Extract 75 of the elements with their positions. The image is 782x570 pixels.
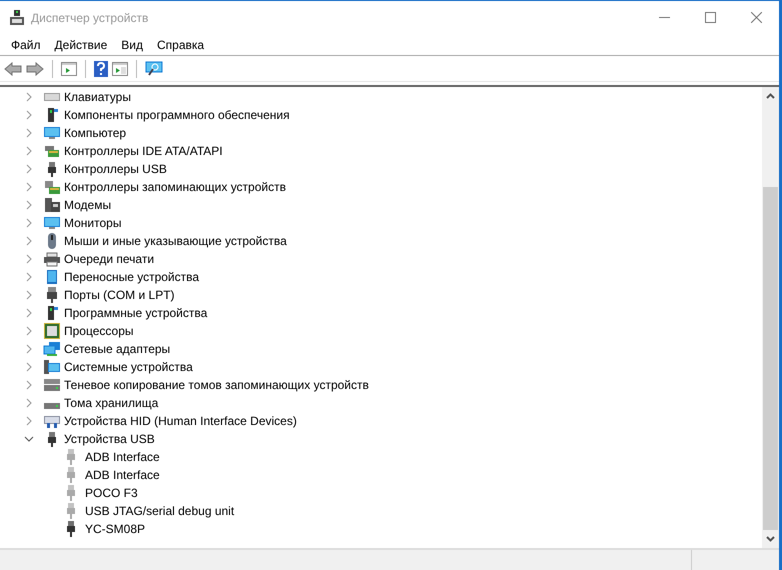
menu-item[interactable]: Вид: [114, 36, 150, 54]
monitor-icon: [43, 125, 61, 141]
properties-icon[interactable]: [61, 62, 77, 76]
expand-chevron-icon[interactable]: [24, 308, 34, 318]
tree-item[interactable]: Контроллеры запоминающих устройств: [64, 178, 286, 196]
chip-icon: [43, 323, 61, 339]
keyboard-icon: [43, 413, 61, 429]
tree-item[interactable]: Системные устройства: [64, 358, 193, 376]
expand-chevron-icon[interactable]: [24, 218, 34, 228]
tree-item[interactable]: Переносные устройства: [64, 268, 200, 286]
tree-item[interactable]: Контроллеры IDE ATA/ATAPI: [64, 142, 223, 160]
expand-chevron-icon[interactable]: [24, 398, 34, 408]
tree-item[interactable]: Устройства USB: [64, 430, 155, 448]
tree-item[interactable]: Теневое копирование томов запоминающих устройств: [64, 376, 369, 394]
tree-item[interactable]: Модемы: [64, 196, 112, 214]
expand-chevron-icon[interactable]: [24, 182, 34, 192]
tree-item[interactable]: YC-SM08P: [85, 520, 146, 538]
forward-arrow-icon[interactable]: [26, 62, 44, 76]
drive-icon: [43, 377, 61, 393]
tree-item[interactable]: ADB Interface: [85, 448, 160, 466]
scrollbar-thumb[interactable]: [763, 187, 778, 530]
modem-icon: [43, 197, 61, 213]
tree-item[interactable]: USB JTAG/serial debug unit: [85, 502, 234, 520]
minimize-icon: [658, 17, 670, 18]
expand-chevron-icon[interactable]: [24, 344, 34, 354]
tree-item[interactable]: Мониторы: [64, 214, 122, 232]
expand-chevron-icon[interactable]: [24, 164, 34, 174]
scan-monitor-icon[interactable]: [145, 60, 163, 76]
tree-item[interactable]: Контроллеры USB: [64, 160, 167, 178]
expand-chevron-icon[interactable]: [24, 128, 34, 138]
system-icon: [43, 359, 61, 375]
menu-item[interactable]: Файл: [4, 36, 48, 54]
collapse-chevron-icon[interactable]: [24, 434, 34, 444]
expand-chevron-icon[interactable]: [24, 110, 34, 120]
back-arrow-icon[interactable]: [4, 62, 22, 76]
printer-icon: [43, 251, 61, 267]
tree-item[interactable]: ADB Interface: [85, 466, 160, 484]
tree-item[interactable]: Устройства HID (Human Interface Devices): [64, 412, 297, 430]
expand-chevron-icon[interactable]: [24, 380, 34, 390]
maximize-icon: [704, 12, 716, 23]
close-icon: [750, 12, 762, 23]
monitor-icon: [43, 215, 61, 231]
tree-item[interactable]: Компоненты программного обеспечения: [64, 106, 290, 124]
storage-icon: [43, 179, 61, 195]
expand-chevron-icon[interactable]: [24, 254, 34, 264]
tree-item[interactable]: Очереди печати: [64, 250, 154, 268]
expand-chevron-icon[interactable]: [24, 416, 34, 426]
tree-item[interactable]: Клавиатуры: [64, 88, 131, 106]
expand-chevron-icon[interactable]: [24, 146, 34, 156]
expand-chevron-icon[interactable]: [24, 92, 34, 102]
window-title: Диспетчер устройств: [31, 10, 148, 26]
expand-chevron-icon[interactable]: [24, 272, 34, 282]
expand-chevron-icon[interactable]: [24, 200, 34, 210]
drive-icon: [43, 403, 61, 409]
card-icon: [43, 143, 61, 159]
tree-item[interactable]: Тома хранилища: [64, 394, 158, 412]
expand-chevron-icon[interactable]: [24, 362, 34, 372]
expand-chevron-icon[interactable]: [24, 326, 34, 336]
help-icon[interactable]: [94, 60, 108, 76]
menu-item[interactable]: Действие: [48, 36, 114, 54]
expand-chevron-icon[interactable]: [24, 236, 34, 246]
menu-item[interactable]: Справка: [150, 36, 212, 54]
tree-item[interactable]: Мыши и иные указывающие устройства: [64, 232, 287, 250]
scroll-down-icon[interactable]: [766, 536, 775, 542]
network-icon: [43, 341, 61, 357]
tree-item[interactable]: Компьютер: [64, 124, 126, 142]
tree-item[interactable]: Сетевые адаптеры: [64, 340, 170, 358]
tree-item[interactable]: Программные устройства: [64, 304, 208, 322]
tree-item[interactable]: POCO F3: [85, 484, 138, 502]
tree-item[interactable]: Порты (COM и LPT): [64, 286, 175, 304]
expand-chevron-icon[interactable]: [24, 290, 34, 300]
update-driver-icon[interactable]: [112, 62, 128, 76]
scroll-up-icon[interactable]: [766, 93, 775, 99]
tree-item[interactable]: Процессоры: [64, 322, 134, 340]
app-icon: [9, 10, 25, 26]
